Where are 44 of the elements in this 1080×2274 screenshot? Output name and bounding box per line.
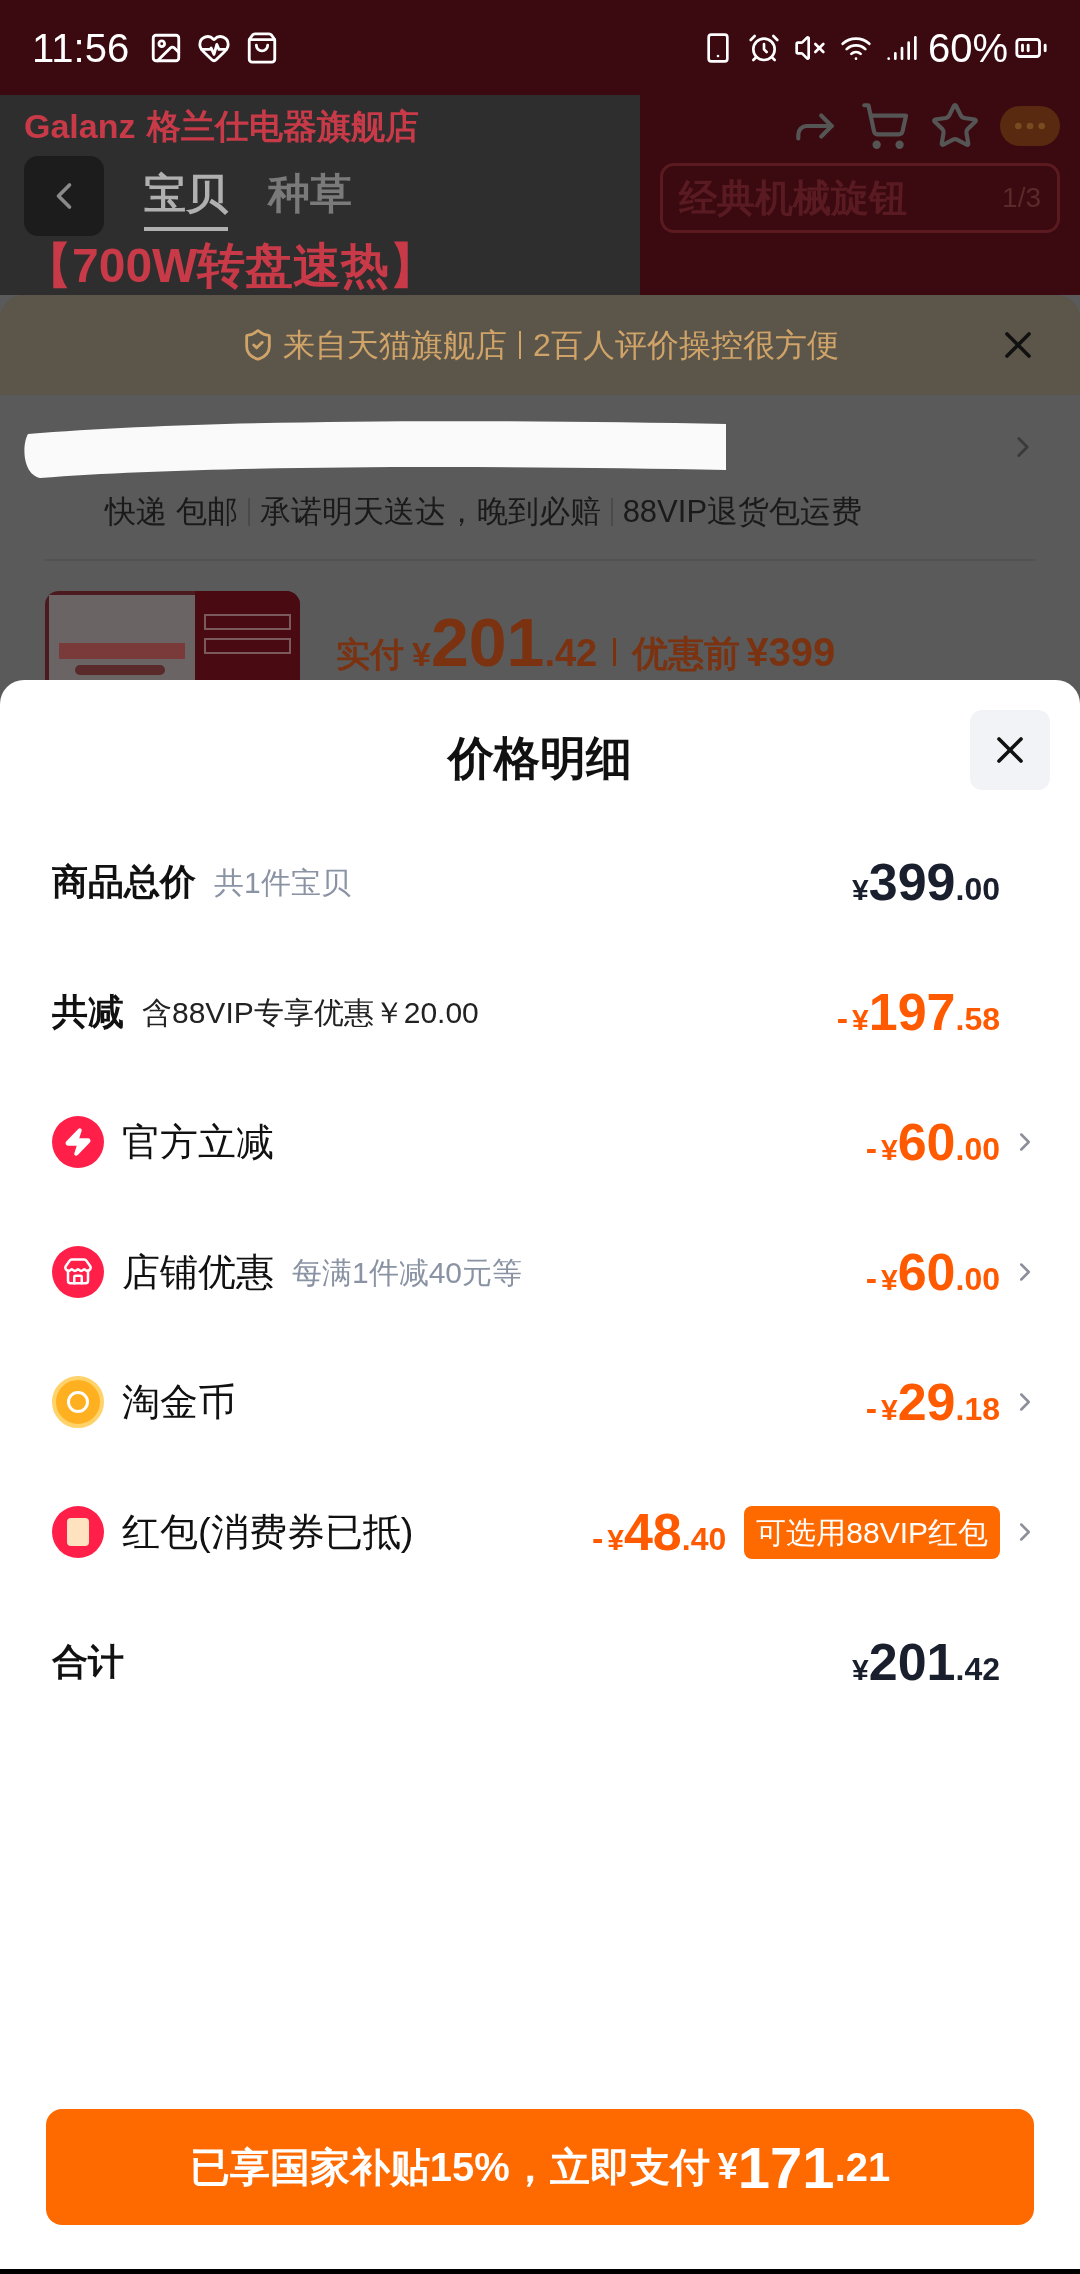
row-note: 每满1件减40元等 — [292, 1254, 523, 1291]
row-note: 共1件宝贝 — [214, 864, 351, 901]
review-notice: 2百人评价操控很方便 — [533, 326, 839, 365]
coupon-badge[interactable]: 可选用88VIP红包 — [744, 1505, 1000, 1559]
row-label: 共减 — [52, 990, 124, 1034]
original-price: ¥399 — [746, 629, 836, 676]
cart-icon[interactable] — [860, 101, 910, 151]
envelope-icon — [52, 1506, 104, 1558]
page-tab[interactable]: 种草 — [268, 161, 352, 231]
delivery-tag: 快递 包邮 — [105, 488, 238, 536]
brand-logo: Galanz — [24, 106, 136, 147]
pay-button[interactable]: 已享国家补贴15%，立即支付 ¥171.21 — [46, 2109, 1034, 2225]
price: ¥201.42 — [852, 1632, 1000, 1693]
row-label: 商品总价 — [52, 860, 196, 904]
price: -¥197.58 — [836, 982, 1000, 1043]
status-time: 11:56 — [32, 24, 130, 72]
sheet-title: 价格明细 — [448, 731, 632, 786]
original-label: 优惠前 — [632, 632, 741, 676]
close-button[interactable] — [970, 710, 1050, 790]
row-note: 含88VIP专享优惠￥20.00 — [142, 994, 479, 1031]
price: ¥399.00 — [852, 852, 1000, 913]
back-button[interactable] — [24, 156, 104, 236]
coin-icon — [52, 1376, 104, 1428]
price: -¥29.18 — [865, 1372, 1000, 1433]
paid-label: 实付 — [336, 634, 404, 675]
store-notice: 来自天猫旗舰店 — [283, 326, 508, 365]
paid-price: ¥201.42 — [412, 603, 598, 682]
delivery-tag: 88VIP退货包运费 — [622, 488, 863, 536]
row-label: 淘金币 — [122, 1379, 236, 1425]
price: -¥48.40 — [591, 1502, 727, 1563]
shop-icon — [52, 1246, 104, 1298]
delivery-tag: 承诺明天送达，晚到必赔 — [259, 488, 601, 536]
lightning-icon — [52, 1116, 104, 1168]
banner-title: 【700W转盘速热】 — [24, 238, 439, 294]
price: -¥60.00 — [865, 1242, 1000, 1303]
row-label: 店铺优惠 — [122, 1249, 274, 1295]
price: -¥60.00 — [865, 1112, 1000, 1173]
row-label: 合计 — [52, 1640, 124, 1684]
battery-level: 60% — [927, 24, 1008, 72]
page-tab[interactable]: 宝贝 — [144, 161, 228, 231]
row-label: 官方立减 — [122, 1119, 274, 1165]
row-label: 红包(消费券已抵) — [122, 1509, 414, 1555]
store-name: 格兰仕电器旗舰店 — [147, 106, 420, 147]
more-icon[interactable] — [1000, 106, 1060, 146]
